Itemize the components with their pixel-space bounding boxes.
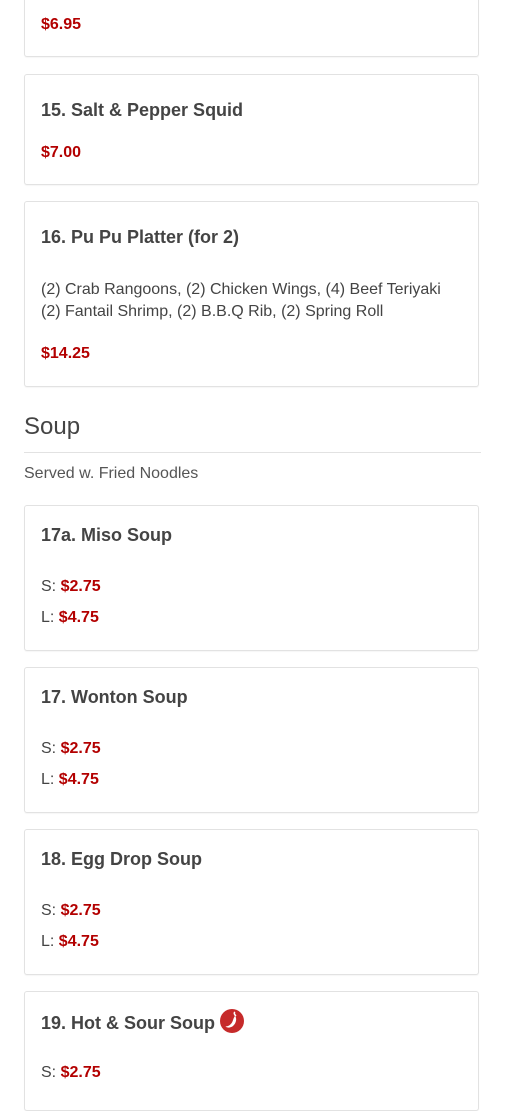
item-title: 17. Wonton Soup [41, 687, 188, 707]
item-price: $2.75 [60, 1064, 101, 1081]
item-title: 18. Egg Drop Soup [41, 849, 203, 869]
item-title: 17a. Miso Soup [41, 525, 173, 545]
small-price-row: S: $2.75 [41, 1064, 101, 1082]
menu-item-card[interactable]: 18. Egg Drop Soup S: $2.75 L: $4.75 [24, 829, 479, 975]
item-price: $4.75 [58, 771, 99, 788]
item-price: $2.75 [60, 578, 101, 595]
menu-item-card[interactable]: 15. Salt & Pepper Squid $7.00 [24, 74, 479, 185]
menu-item-card[interactable]: 19. Hot & Sour Soup S: $2.75 [24, 991, 479, 1111]
section-divider [24, 452, 481, 453]
item-price: $7.00 [41, 144, 82, 161]
large-price-row: L: $4.75 [41, 771, 99, 789]
section-title: Soup [24, 413, 81, 440]
menu-item-card[interactable]: $6.95 [24, 0, 479, 57]
size-label: L: [41, 933, 55, 950]
spicy-pepper-icon [220, 1009, 245, 1033]
large-price-row: L: $4.75 [41, 609, 99, 627]
size-label: S: [41, 578, 57, 595]
item-price: $2.75 [60, 902, 101, 919]
small-price-row: S: $2.75 [41, 902, 101, 920]
item-title: 15. Salt & Pepper Squid [41, 100, 244, 120]
size-label: S: [41, 1064, 57, 1081]
item-title: 16. Pu Pu Platter (for 2) [41, 227, 240, 247]
item-title-text: 19. Hot & Sour Soup [41, 1013, 216, 1033]
menu-item-card[interactable]: 17a. Miso Soup S: $2.75 L: $4.75 [24, 505, 479, 651]
small-price-row: S: $2.75 [41, 578, 101, 596]
size-label: S: [41, 902, 57, 919]
item-price: $4.75 [58, 933, 99, 950]
item-price: $14.25 [41, 345, 90, 362]
item-price: $2.75 [60, 740, 101, 757]
size-label: L: [41, 771, 55, 788]
menu-item-card[interactable]: 17. Wonton Soup S: $2.75 L: $4.75 [24, 667, 479, 813]
item-description: (2) Crab Rangoons, (2) Chicken Wings, (4… [41, 281, 441, 320]
menu-item-card[interactable]: 16. Pu Pu Platter (for 2) (2) Crab Rango… [24, 201, 479, 387]
large-price-row: L: $4.75 [41, 933, 99, 951]
item-title: 19. Hot & Sour Soup [41, 1009, 245, 1034]
size-label: S: [41, 740, 57, 757]
item-price: $6.95 [41, 16, 82, 33]
size-label: L: [41, 609, 55, 626]
item-price: $4.75 [58, 609, 99, 626]
section-subtitle: Served w. Fried Noodles [24, 465, 199, 482]
small-price-row: S: $2.75 [41, 740, 101, 758]
